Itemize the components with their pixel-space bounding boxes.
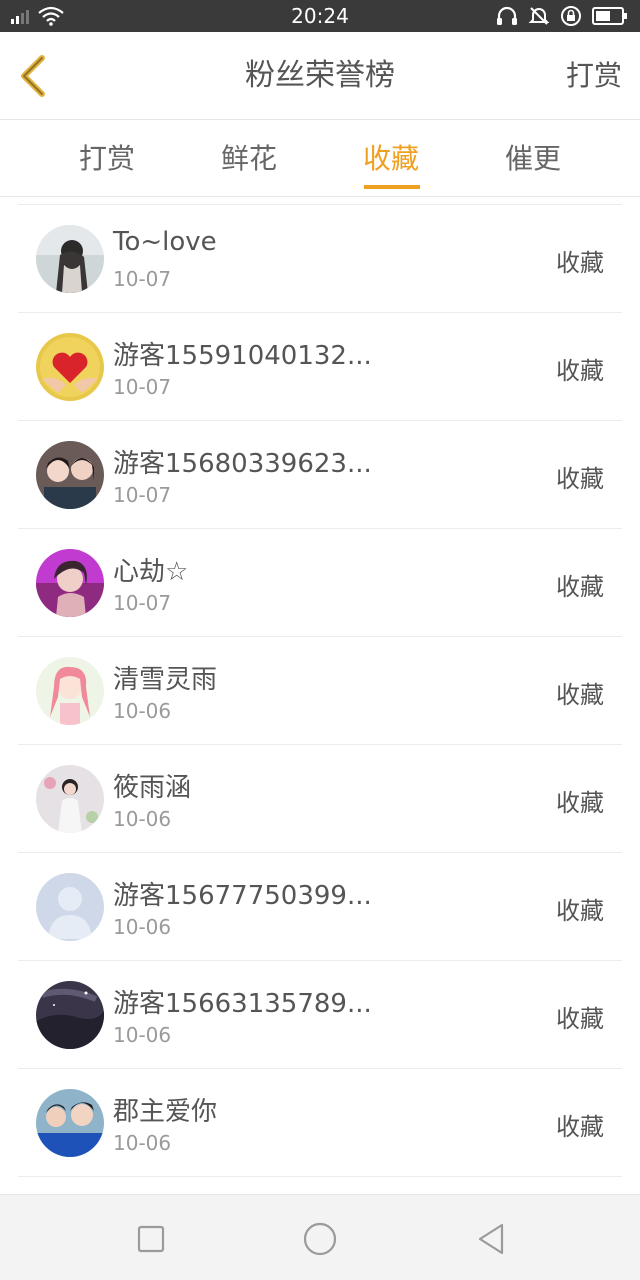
active-tab-indicator [364, 185, 420, 189]
fan-date: 10-06 [113, 1131, 172, 1155]
system-nav-bar [0, 1194, 640, 1280]
fan-date: 10-07 [113, 267, 172, 291]
avatar-pink-portrait-icon [36, 549, 104, 617]
action-type-label: 收藏 [556, 465, 604, 493]
fan-date: 10-06 [113, 915, 172, 939]
action-type-label: 收藏 [556, 357, 604, 385]
list-item[interactable]: 清雪灵雨 10-06 收藏 [18, 637, 622, 745]
battery-icon [592, 7, 627, 25]
tab-flowers[interactable]: 鲜花 [189, 121, 309, 197]
status-bar: 20:24 [0, 0, 640, 32]
default-user-avatar-icon [36, 873, 104, 941]
tab-reward[interactable]: 打赏 [47, 121, 167, 197]
avatar-two-girls-icon [36, 441, 104, 509]
back-nav-button[interactable] [470, 1219, 510, 1259]
reward-action-button[interactable]: 打赏 [566, 32, 622, 120]
list-item[interactable]: 游客15663135789... 10-06 收藏 [18, 961, 622, 1069]
fan-date: 10-06 [113, 1023, 172, 1047]
fan-date: 10-07 [113, 483, 172, 507]
avatar-night-sky-icon [36, 981, 104, 1049]
fan-name: 郡主爱你 [113, 1097, 218, 1127]
avatar-anime-girl-icon [36, 657, 104, 725]
fan-date: 10-07 [113, 591, 172, 615]
fan-name: 游客15680339623... [113, 449, 372, 479]
headphones-icon [497, 6, 517, 25]
fan-name: 游客15663135789... [113, 989, 372, 1019]
fan-date: 10-06 [113, 699, 172, 723]
list-item[interactable]: 游客15591040132... 10-07 收藏 [18, 313, 622, 421]
action-type-label: 收藏 [556, 1005, 604, 1033]
list-item[interactable]: 郡主爱你 10-06 收藏 [18, 1069, 622, 1177]
bell-muted-icon [528, 7, 550, 25]
square-recents-icon [137, 1225, 165, 1253]
status-icons-right [496, 5, 628, 27]
list-item[interactable]: 筱雨涵 10-06 收藏 [18, 745, 622, 853]
list-item[interactable]: To~love 10-07 收藏 [18, 205, 622, 313]
rotation-lock-icon [561, 6, 581, 26]
list-item[interactable]: 心劫☆ 10-07 收藏 [18, 529, 622, 637]
triangle-back-icon [478, 1223, 504, 1255]
action-type-label: 收藏 [556, 681, 604, 709]
avatar-group-photo-icon [36, 1089, 104, 1157]
fan-name: 游客15677750399... [113, 881, 372, 911]
action-type-label: 收藏 [556, 573, 604, 601]
fan-name: To~love [113, 227, 217, 257]
action-type-label: 收藏 [556, 249, 604, 277]
avatar-heart-hands-icon [36, 333, 104, 401]
page-title: 粉丝荣誉榜 [245, 58, 395, 93]
recents-button[interactable] [131, 1219, 171, 1259]
avatar-couple-icon [36, 765, 104, 833]
action-type-label: 收藏 [556, 897, 604, 925]
app-header: 粉丝荣誉榜 打赏 [0, 32, 640, 120]
circle-home-icon [303, 1222, 337, 1256]
fan-name: 筱雨涵 [113, 773, 192, 803]
fan-date: 10-06 [113, 807, 172, 831]
action-type-label: 收藏 [556, 789, 604, 817]
fan-name: 游客15591040132... [113, 341, 372, 371]
home-button[interactable] [298, 1217, 342, 1261]
fan-date: 10-07 [113, 375, 172, 399]
avatar-portrait-dark-icon [36, 225, 104, 293]
list-item[interactable]: 游客15677750399... 10-06 收藏 [18, 853, 622, 961]
action-type-label: 收藏 [556, 1113, 604, 1141]
fan-list: To~love 10-07 收藏 游客15591040132... 10-07 … [18, 204, 622, 1177]
tab-bar: 打赏 鲜花 收藏 催更 [0, 121, 640, 197]
fan-name: 清雪灵雨 [113, 665, 218, 695]
tab-urge-update[interactable]: 催更 [473, 121, 593, 197]
fan-name: 心劫☆ [113, 557, 189, 587]
list-item[interactable]: 游客15680339623... 10-07 收藏 [18, 421, 622, 529]
